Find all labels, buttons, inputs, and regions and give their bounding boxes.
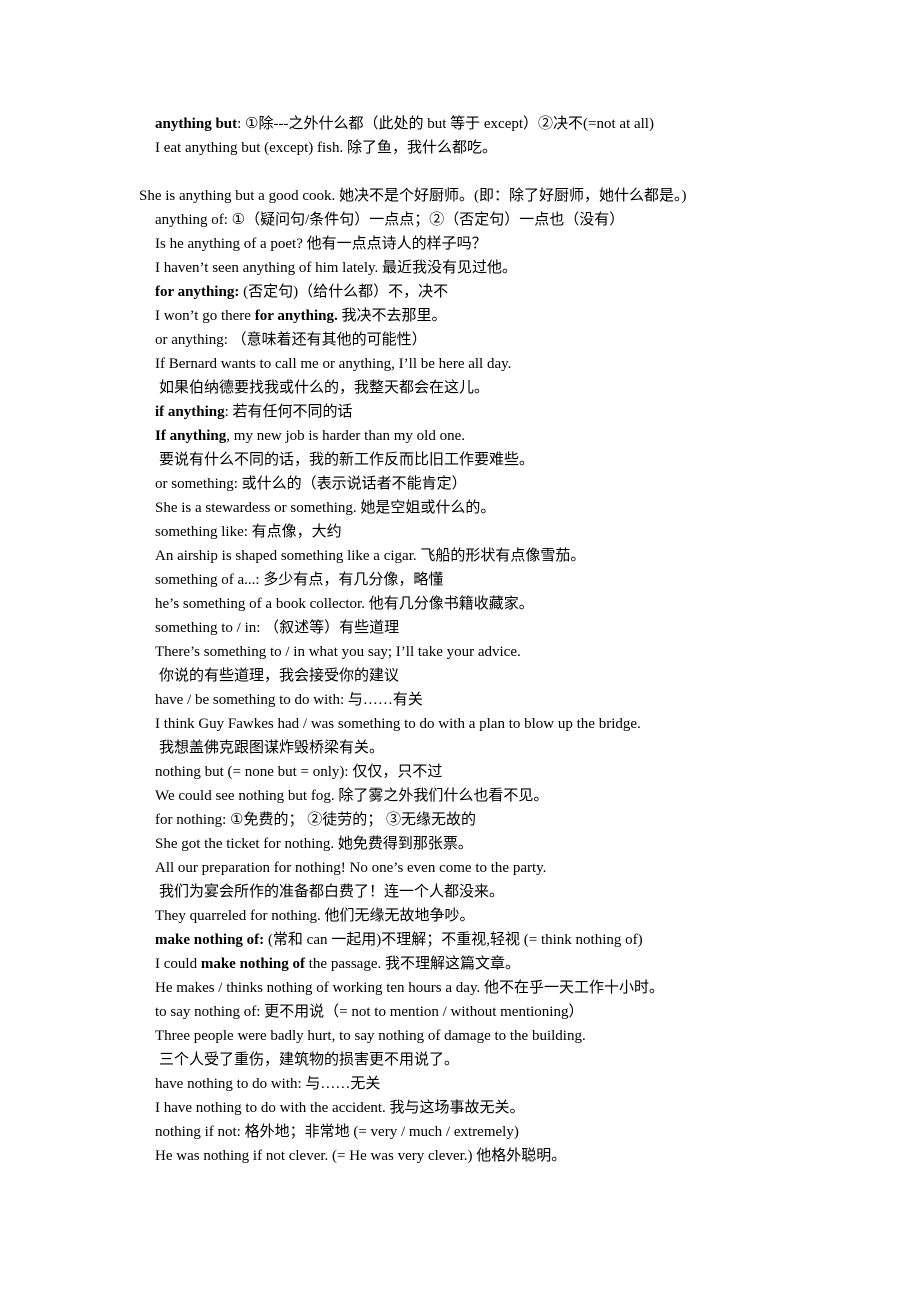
definition: or something: 或什么的（表示说话者不能肯定） (155, 476, 467, 492)
translation-line: 如果伯纳德要找我或什么的，我整天都会在这儿。 (159, 378, 489, 398)
example-line: She got the ticket for nothing. 她免费得到那张票… (155, 834, 473, 854)
entry-make-nothing-of: make nothing of: (常和 can 一起用)不理解；不重视,轻视 … (155, 930, 643, 950)
term: make nothing of: (155, 932, 265, 948)
example-text: , my new job is harder than my old one. (226, 428, 465, 444)
term: make nothing of (200, 956, 306, 972)
translation-text: 要说有什么不同的话，我的新工作反而比旧工作要难些。 (159, 452, 535, 468)
term: for anything: (155, 284, 240, 300)
translation-text: 我想盖佛克跟图谋炸毁桥梁有关。 (159, 740, 385, 756)
example-text: I haven’t seen anything of him lately. 最… (155, 260, 518, 276)
example-line: Is he anything of a poet? 他有一点点诗人的样子吗？ (155, 234, 487, 254)
term: if anything (155, 404, 225, 420)
example-text: Three people were badly hurt, to say not… (155, 1028, 586, 1044)
definition: (常和 can 一起用)不理解；不重视,轻视 (= think nothing … (264, 932, 643, 948)
example-text: I have nothing to do with the accident. … (155, 1100, 525, 1116)
entry-something-of-a: something of a...: 多少有点，有几分像，略懂 (155, 570, 443, 590)
example-line: Three people were badly hurt, to say not… (155, 1026, 586, 1046)
example-text: I think Guy Fawkes had / was something t… (155, 716, 641, 732)
translation-line: 我们为宴会所作的准备都白费了！连一个人都没来。 (159, 882, 504, 902)
definition: (否定句)（给什么都）不，决不 (239, 284, 449, 300)
entry-anything-of: anything of: ①（疑问句/条件句）一点点；②（否定句）一点也（没有） (155, 210, 624, 230)
definition: to say nothing of: 更不用说（= not to mention… (155, 1004, 584, 1020)
example-text: We could see nothing but fog. 除了雾之外我们什么也… (155, 788, 549, 804)
document-page: anything but: ①除---之外什么都（此处的 but 等于 exce… (0, 0, 920, 1302)
example-line: If Bernard wants to call me or anything,… (155, 354, 511, 374)
example-line: I eat anything but (except) fish. 除了鱼，我什… (155, 138, 497, 158)
example-line: An airship is shaped something like a ci… (155, 546, 585, 566)
example-line: I have nothing to do with the accident. … (155, 1098, 525, 1118)
example-text: She got the ticket for nothing. 她免费得到那张票… (155, 836, 473, 852)
definition: something like: 有点像，大约 (155, 524, 342, 540)
example-text: She is anything but a good cook. 她决不是个好厨… (139, 188, 687, 204)
example-line: I haven’t seen anything of him lately. 最… (155, 258, 517, 278)
entry-nothing-but: nothing but (= none but = only): 仅仅，只不过 (155, 762, 442, 782)
definition: : 若有任何不同的话 (224, 404, 353, 420)
example-text: She is a stewardess or something. 她是空姐或什… (155, 500, 496, 516)
example-text: There’s something to / in what you say; … (155, 644, 521, 660)
example-line: He makes / thinks nothing of working ten… (155, 978, 664, 998)
example-text: He was nothing if not clever. (= He was … (155, 1148, 567, 1164)
example-line: There’s something to / in what you say; … (155, 642, 521, 662)
example-line: I think Guy Fawkes had / was something t… (155, 714, 641, 734)
term: for anything. (254, 308, 338, 324)
example-text: If Bernard wants to call me or anything,… (155, 356, 512, 372)
definition: anything of: ①（疑问句/条件句）一点点；②（否定句）一点也（没有） (155, 212, 625, 228)
example-text: the passage. 我不理解这篇文章。 (305, 956, 520, 972)
definition: something to / in: （叙述等）有些道理 (155, 620, 400, 636)
example-line: They quarreled for nothing. 他们无缘无故地争吵。 (155, 906, 475, 926)
example-line: He was nothing if not clever. (= He was … (155, 1146, 566, 1166)
entry-for-nothing: for nothing: ①免费的； ②徒劳的； ③无缘无故的 (155, 810, 476, 830)
term: anything but (155, 116, 238, 132)
translation-line: 我想盖佛克跟图谋炸毁桥梁有关。 (159, 738, 384, 758)
entry-something-like: something like: 有点像，大约 (155, 522, 342, 542)
entry-have-something-to-do-with: have / be something to do with: 与……有关 (155, 690, 423, 710)
definition: for nothing: ①免费的； ②徒劳的； ③无缘无故的 (155, 812, 476, 828)
example-text: I eat anything but (except) fish. 除了鱼，我什… (155, 140, 498, 156)
example-text: All our preparation for nothing! No one’… (155, 860, 547, 876)
entry-or-anything: or anything: （意味着还有其他的可能性） (155, 330, 427, 350)
example-text: I could (155, 956, 201, 972)
definition: have / be something to do with: 与……有关 (155, 692, 423, 708)
entry-to-say-nothing-of: to say nothing of: 更不用说（= not to mention… (155, 1002, 583, 1022)
definition: have nothing to do with: 与……无关 (155, 1076, 381, 1092)
entry-have-nothing-to-do-with: have nothing to do with: 与……无关 (155, 1074, 380, 1094)
example-text: An airship is shaped something like a ci… (155, 548, 586, 564)
example-text: They quarreled for nothing. 他们无缘无故地争吵。 (155, 908, 475, 924)
example-line: She is anything but a good cook. 她决不是个好厨… (139, 186, 686, 206)
term: If anything (155, 428, 227, 444)
example-line: She is a stewardess or something. 她是空姐或什… (155, 498, 495, 518)
example-line: All our preparation for nothing! No one’… (155, 858, 546, 878)
definition: nothing if not: 格外地；非常地 (= very / much /… (155, 1124, 519, 1140)
translation-text: 我们为宴会所作的准备都白费了！连一个人都没来。 (159, 884, 505, 900)
entry-if-anything: if anything: 若有任何不同的话 (155, 402, 353, 422)
definition: nothing but (= none but = only): 仅仅，只不过 (155, 764, 443, 780)
entry-nothing-if-not: nothing if not: 格外地；非常地 (= very / much /… (155, 1122, 519, 1142)
example-line: he’s something of a book collector. 他有几分… (155, 594, 534, 614)
translation-text: 如果伯纳德要找我或什么的，我整天都会在这儿。 (159, 380, 490, 396)
translation-line: 三个人受了重伤，建筑物的损害更不用说了。 (159, 1050, 459, 1070)
example-text: he’s something of a book collector. 他有几分… (155, 596, 534, 612)
definition: : ①除---之外什么都（此处的 but 等于 except）②决不(=not … (237, 116, 654, 132)
definition: something of a...: 多少有点，有几分像，略懂 (155, 572, 444, 588)
translation-line: 你说的有些道理，我会接受你的建议 (159, 666, 399, 686)
translation-text: 三个人受了重伤，建筑物的损害更不用说了。 (159, 1052, 460, 1068)
example-text: I won’t go there (155, 308, 255, 324)
entry-something-to-in: something to / in: （叙述等）有些道理 (155, 618, 399, 638)
entry-or-something: or something: 或什么的（表示说话者不能肯定） (155, 474, 467, 494)
example-line: I could make nothing of the passage. 我不理… (155, 954, 520, 974)
example-line: I won’t go there for anything. 我决不去那里。 (155, 306, 447, 326)
translation-text: 你说的有些道理，我会接受你的建议 (159, 668, 400, 684)
example-line: If anything, my new job is harder than m… (155, 426, 465, 446)
entry-for-anything: for anything: (否定句)（给什么都）不，决不 (155, 282, 448, 302)
translation-line: 要说有什么不同的话，我的新工作反而比旧工作要难些。 (159, 450, 534, 470)
example-text: He makes / thinks nothing of working ten… (155, 980, 664, 996)
example-text: Is he anything of a poet? 他有一点点诗人的样子吗？ (155, 236, 487, 252)
example-line: We could see nothing but fog. 除了雾之外我们什么也… (155, 786, 548, 806)
example-text: 我决不去那里。 (337, 308, 447, 324)
entry-anything-but: anything but: ①除---之外什么都（此处的 but 等于 exce… (155, 114, 654, 134)
definition: or anything: （意味着还有其他的可能性） (155, 332, 427, 348)
